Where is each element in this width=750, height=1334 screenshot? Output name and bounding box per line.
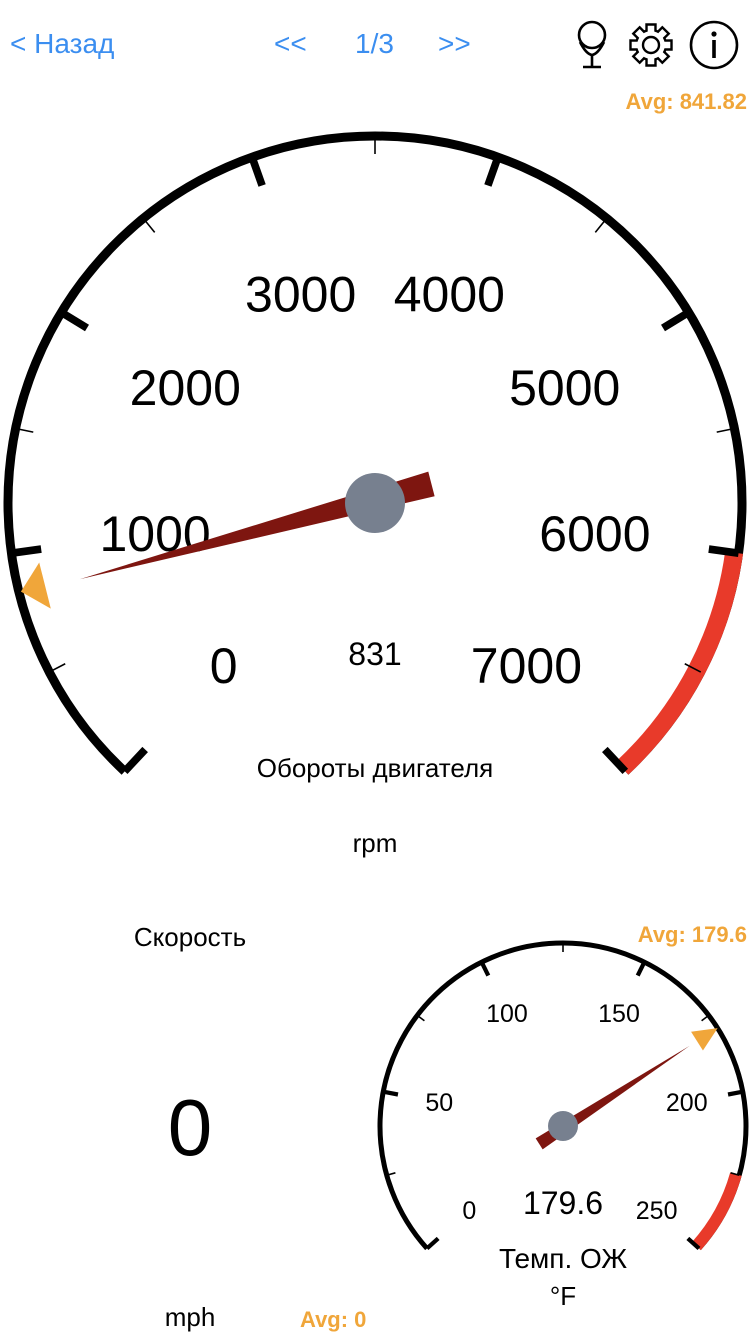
temp-gauge-unit: °F bbox=[549, 1281, 577, 1311]
gauge-value: 179.6 bbox=[523, 1185, 603, 1221]
major-tick bbox=[727, 1089, 744, 1097]
avg-marker bbox=[691, 1028, 718, 1051]
major-tick bbox=[635, 961, 647, 977]
tick-label: 150 bbox=[598, 1000, 640, 1028]
major-tick bbox=[479, 961, 491, 977]
tick-label: 0 bbox=[462, 1197, 476, 1225]
needle-hub bbox=[548, 1111, 578, 1141]
major-tick bbox=[425, 1236, 440, 1251]
tick-label: 250 bbox=[636, 1197, 678, 1225]
major-tick bbox=[382, 1089, 399, 1097]
tick-label: 100 bbox=[486, 1000, 528, 1028]
tick-label: 200 bbox=[666, 1089, 708, 1117]
temp-gauge-title: Темп. ОЖ bbox=[498, 1243, 628, 1274]
tick-label: 50 bbox=[425, 1089, 453, 1117]
coolant-temp-gauge: 0 50 100 150 200 250 179.6 bbox=[377, 940, 749, 1251]
redline-zone bbox=[691, 1172, 742, 1251]
